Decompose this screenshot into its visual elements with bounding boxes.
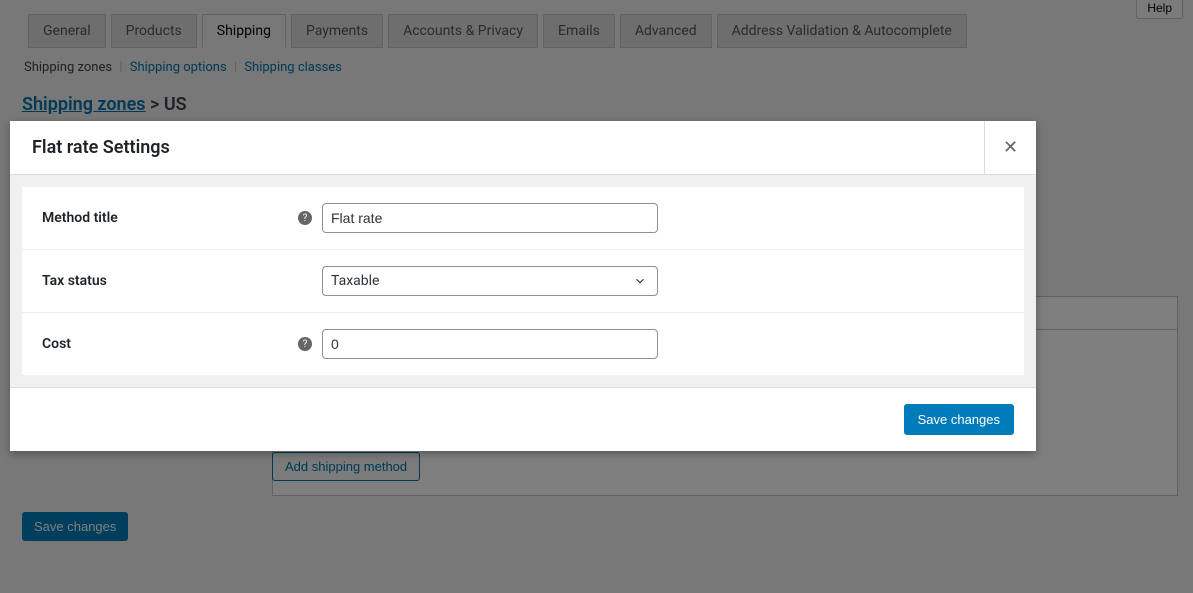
close-button[interactable]: ✕: [984, 121, 1036, 175]
help-tip-icon[interactable]: ?: [298, 211, 312, 225]
cost-control: [322, 329, 662, 359]
modal-footer: Save changes: [10, 387, 1036, 451]
form-section: Method title ? Tax status Taxable: [22, 187, 1024, 375]
cost-text: Cost: [42, 336, 71, 352]
flat-rate-settings-modal: Flat rate Settings ✕ Method title ? Tax …: [10, 121, 1036, 451]
tax-status-select[interactable]: Taxable: [322, 266, 658, 296]
method-title-text: Method title: [42, 210, 118, 226]
modal-body: Method title ? Tax status Taxable: [10, 175, 1036, 387]
method-title-input[interactable]: [322, 203, 658, 233]
method-title-label: Method title ?: [42, 210, 322, 226]
help-tip-icon[interactable]: ?: [298, 337, 312, 351]
tax-status-text: Tax status: [42, 273, 107, 289]
tax-status-row: Tax status Taxable: [22, 250, 1024, 313]
save-changes-button[interactable]: Save changes: [904, 404, 1014, 435]
modal-header: Flat rate Settings ✕: [10, 121, 1036, 175]
modal-title: Flat rate Settings: [10, 137, 170, 158]
tax-status-value: Taxable: [331, 273, 379, 289]
cost-input[interactable]: [322, 329, 658, 359]
cost-label: Cost ?: [42, 336, 322, 352]
chevron-down-icon: [633, 274, 647, 288]
tax-status-control: Taxable: [322, 266, 662, 296]
method-title-control: [322, 203, 662, 233]
method-title-row: Method title ?: [22, 187, 1024, 250]
cost-row: Cost ?: [22, 313, 1024, 375]
close-icon: ✕: [1003, 137, 1018, 158]
tax-status-label: Tax status: [42, 273, 322, 289]
